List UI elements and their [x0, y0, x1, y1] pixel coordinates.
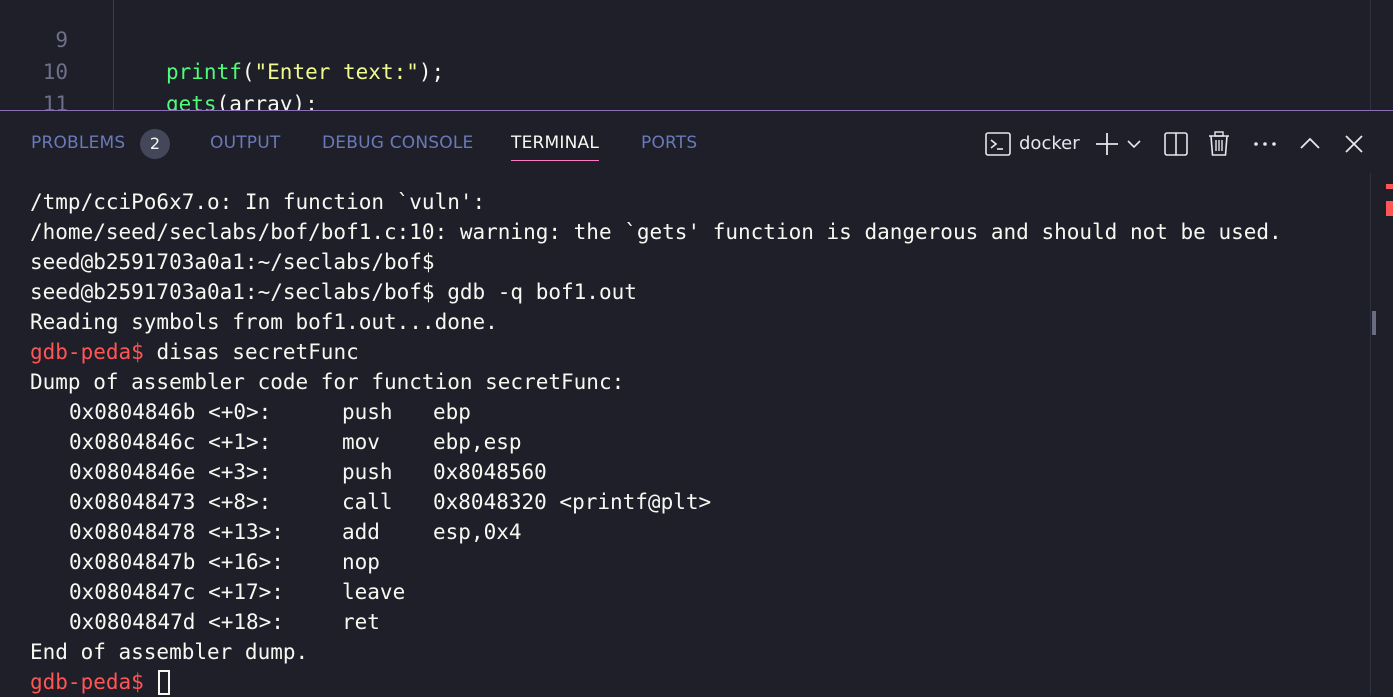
terminal-output[interactable]: /tmp/cciPo6x7.o: In function `vuln': /ho… — [30, 187, 1360, 697]
asm-opcode: ret — [342, 610, 380, 634]
terminal-scrollbar[interactable] — [1370, 173, 1393, 695]
asm-address: 0x0804847d <+18>: — [69, 610, 284, 634]
split-terminal-icon — [1163, 129, 1189, 159]
gdb-command: disas secretFunc — [143, 340, 359, 364]
gdb-prompt: gdb-peda$ — [30, 340, 144, 364]
terminal-line: seed@b2591703a0a1:~/seclabs/bof$ — [30, 250, 435, 274]
editor-scrollbar[interactable] — [1370, 0, 1393, 110]
terminal-selector[interactable]: docker — [984, 129, 1080, 159]
asm-opcode: call — [342, 490, 393, 514]
tab-output[interactable]: OUTPUT — [210, 131, 281, 161]
chevron-down-icon — [1125, 129, 1143, 159]
asm-row: 0x0804846c <+1>: mov ebp,esp — [30, 427, 1360, 457]
code-line[interactable]: 10 gets(array); — [0, 24, 1370, 110]
asm-opcode: leave — [342, 580, 406, 604]
asm-args: ebp — [433, 400, 471, 424]
asm-address: 0x08048473 <+8>: — [69, 490, 272, 514]
asm-opcode: nop — [342, 550, 380, 574]
asm-address: 0x0804847c <+17>: — [69, 580, 284, 604]
maximize-panel-button[interactable] — [1298, 129, 1322, 159]
code-line[interactable]: 12 } — [0, 88, 1370, 110]
terminal-dropdown-button[interactable] — [1125, 129, 1143, 159]
asm-address: 0x0804846e <+3>: — [69, 460, 272, 484]
split-terminal-button[interactable] — [1163, 129, 1189, 159]
asm-row: 0x08048478 <+13>: add esp,0x4 — [30, 517, 1360, 547]
scroll-marker — [1386, 201, 1393, 216]
code-editor[interactable]: 9 printf("Enter text:"); 10 gets(array);… — [0, 0, 1393, 110]
asm-row: 0x0804847b <+16>: nop — [30, 547, 1360, 577]
asm-args: esp,0x4 — [433, 520, 522, 544]
tab-problems[interactable]: PROBLEMS — [31, 131, 125, 161]
close-icon — [1343, 129, 1365, 159]
asm-opcode: mov — [342, 430, 380, 454]
scroll-marker — [1386, 184, 1393, 189]
code-line[interactable]: 9 printf("Enter text:"); — [0, 0, 1370, 84]
asm-address: 0x0804847b <+16>: — [69, 550, 284, 574]
gdb-prompt: gdb-peda$ — [30, 670, 144, 694]
panel-tabbar: PROBLEMS 2 OUTPUT DEBUG CONSOLE TERMINAL… — [0, 111, 1393, 173]
asm-address: 0x0804846c <+1>: — [69, 430, 272, 454]
terminal-line: Reading symbols from bof1.out...done. — [30, 310, 498, 334]
asm-row: 0x0804846b <+0>: push ebp — [30, 397, 1360, 427]
terminal-line: End of assembler dump. — [30, 640, 309, 664]
bottom-panel: PROBLEMS 2 OUTPUT DEBUG CONSOLE TERMINAL… — [0, 110, 1393, 695]
asm-args: ebp,esp — [433, 430, 522, 454]
terminal-line: seed@b2591703a0a1:~/seclabs/bof$ gdb -q … — [30, 280, 637, 304]
terminal-name: docker — [1019, 133, 1080, 154]
trash-icon — [1207, 129, 1231, 159]
terminal-line: gdb-peda$ — [30, 667, 1360, 697]
terminal-line: gdb-peda$ disas secretFunc — [30, 337, 1360, 367]
plus-icon — [1094, 129, 1120, 159]
asm-opcode: add — [342, 520, 380, 544]
terminal-line: /home/seed/seclabs/bof/bof1.c:10: warnin… — [30, 220, 1282, 244]
tab-ports[interactable]: PORTS — [641, 131, 697, 161]
asm-args: 0x8048560 — [433, 460, 547, 484]
ellipsis-icon — [1252, 129, 1278, 159]
asm-row: 0x0804846e <+3>: push 0x8048560 — [30, 457, 1360, 487]
tab-debug-console[interactable]: DEBUG CONSOLE — [322, 131, 473, 161]
asm-address: 0x0804846b <+0>: — [69, 400, 272, 424]
close-panel-button[interactable] — [1343, 129, 1365, 159]
terminal-line: /tmp/cciPo6x7.o: In function `vuln': — [30, 190, 486, 214]
asm-args: 0x8048320 <printf@plt> — [433, 490, 712, 514]
asm-address: 0x08048478 <+13>: — [69, 520, 284, 544]
new-terminal-button[interactable] — [1094, 129, 1120, 159]
chevron-up-icon — [1298, 129, 1322, 159]
asm-row: 0x08048473 <+8>: call 0x8048320 <printf@pl… — [30, 487, 1360, 517]
terminal-cursor — [158, 670, 171, 695]
problems-count-badge: 2 — [140, 129, 170, 159]
asm-opcode: push — [342, 400, 393, 424]
terminal-icon — [984, 130, 1012, 158]
code-line[interactable]: 11 return 0; — [0, 56, 1370, 110]
asm-opcode: push — [342, 460, 393, 484]
more-actions-button[interactable] — [1252, 129, 1278, 159]
asm-row: 0x0804847d <+18>: ret — [30, 607, 1360, 637]
scroll-thumb[interactable] — [1372, 311, 1376, 335]
terminal-line: Dump of assembler code for function secr… — [30, 370, 625, 394]
kill-terminal-button[interactable] — [1207, 129, 1231, 159]
asm-row: 0x0804847c <+17>: leave — [30, 577, 1360, 607]
tab-terminal[interactable]: TERMINAL — [511, 131, 600, 161]
